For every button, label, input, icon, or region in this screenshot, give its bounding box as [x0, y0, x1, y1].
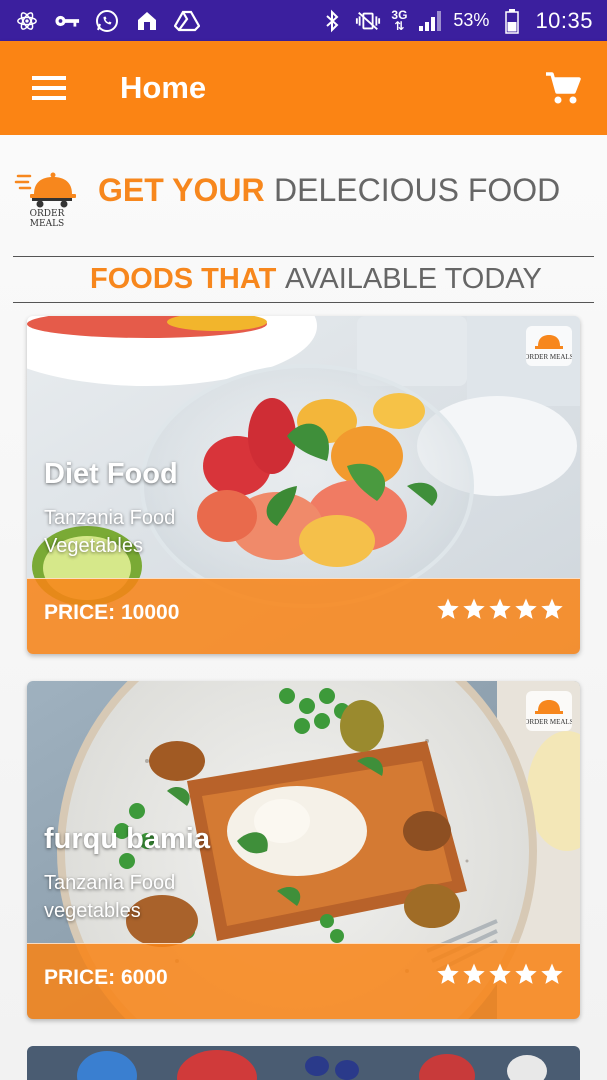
food-price: PRICE: 6000: [44, 966, 168, 989]
star-icon: [541, 598, 563, 619]
food-name: Diet Food: [44, 458, 178, 490]
menu-button[interactable]: [14, 58, 84, 118]
headline-row: ORDER MEALS GET YOUR DELECIOUS FOOD: [0, 160, 607, 230]
headline-light: DELECIOUS FOOD: [274, 172, 561, 208]
bluetooth-icon: [319, 8, 345, 34]
signal-icon: [417, 8, 443, 34]
food-card-partial[interactable]: [27, 1046, 580, 1080]
star-icon: [515, 598, 537, 619]
home-network-icon: [134, 8, 160, 34]
price-bar: PRICE: 10000: [27, 578, 580, 654]
section-heading-strong: FOODS THAT: [90, 263, 277, 295]
key-icon: [54, 8, 80, 34]
star-icon: [489, 963, 511, 984]
star-icon: [463, 598, 485, 619]
food-origin: Tanzania Food: [44, 507, 176, 529]
star-icon: [541, 963, 563, 984]
food-photo: [27, 1046, 580, 1080]
rating-stars: [436, 962, 564, 986]
drive-icon: [174, 8, 200, 34]
cart-button[interactable]: [539, 64, 587, 112]
headline-strong: GET YOUR: [98, 172, 265, 208]
svg-text:ORDER MEALS: ORDER MEALS: [526, 353, 572, 361]
svg-text:ORDER MEALS: ORDER MEALS: [526, 718, 572, 726]
cart-icon: [546, 72, 581, 104]
order-meals-logo: ORDER MEALS: [14, 168, 80, 229]
divider-top: [13, 256, 594, 257]
food-category: Vegetables: [44, 535, 143, 557]
page-title: Home: [120, 70, 207, 105]
battery-percent: 53%: [453, 10, 490, 30]
divider-bottom: [13, 302, 594, 303]
hamburger-icon: [32, 76, 66, 100]
network-type: 3G ⇅: [391, 7, 408, 33]
whatsapp-icon: [94, 8, 120, 34]
star-icon: [437, 963, 459, 984]
status-bar: 3G ⇅ 53% 10:35: [0, 0, 607, 41]
atom-icon: [14, 8, 40, 34]
order-meals-badge-icon: ORDER MEALS: [526, 691, 572, 731]
clock: 10:35: [535, 7, 593, 33]
food-category: vegetables: [44, 900, 141, 922]
star-icon: [515, 963, 537, 984]
rating-stars: [436, 597, 564, 621]
app-bar: Home: [0, 41, 607, 135]
order-meals-badge-icon: ORDER MEALS: [526, 326, 572, 366]
cloche-icon: [14, 172, 76, 208]
battery-icon: [499, 8, 525, 34]
star-icon: [437, 598, 459, 619]
star-icon: [489, 598, 511, 619]
vibrate-off-icon: [355, 8, 381, 34]
food-card[interactable]: ORDER MEALS furqu bamia Tanzania Food ve…: [27, 681, 580, 1019]
food-name: furqu bamia: [44, 823, 210, 855]
section-heading-light: AVAILABLE TODAY: [285, 263, 542, 295]
food-card[interactable]: ORDER MEALS Diet Food Tanzania Food Vege…: [27, 316, 580, 654]
food-price: PRICE: 10000: [44, 601, 180, 624]
food-origin: Tanzania Food: [44, 872, 176, 894]
price-bar: PRICE: 6000: [27, 943, 580, 1019]
star-icon: [463, 963, 485, 984]
